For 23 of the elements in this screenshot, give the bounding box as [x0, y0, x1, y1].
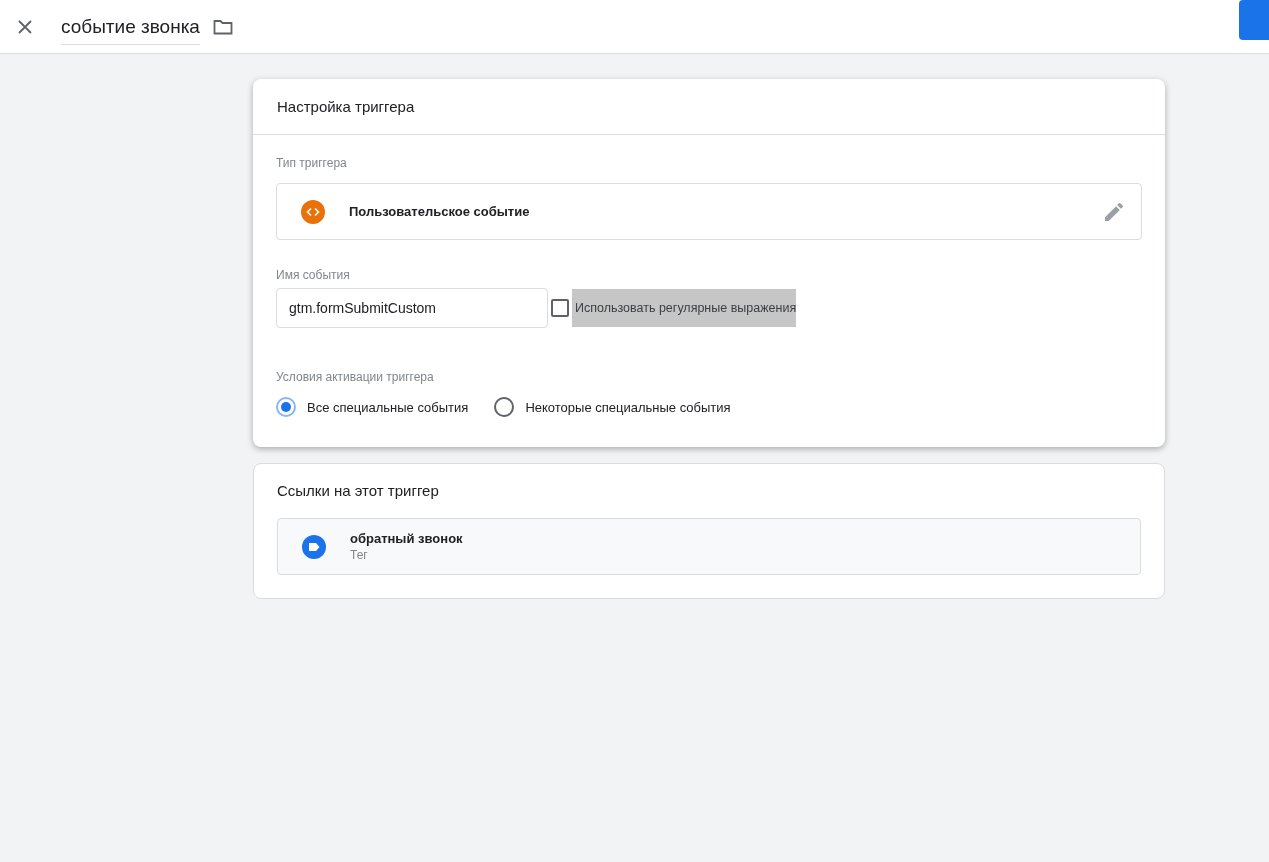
reference-type: Тег — [350, 548, 369, 562]
radio-button[interactable] — [276, 397, 296, 417]
pencil-icon[interactable] — [1105, 202, 1123, 221]
code-icon — [300, 198, 326, 225]
event-name-field[interactable]: gtm.formSubmitCustom — [276, 288, 548, 328]
card-title: Настройка триггера — [277, 98, 415, 115]
radio-label[interactable]: Все специальные события — [307, 399, 469, 415]
field-label: Тип триггера — [276, 156, 347, 170]
trigger-type-selector[interactable]: Пользовательское событие — [276, 183, 1142, 240]
trigger-type-name: Пользовательское событие — [349, 204, 530, 219]
close-icon[interactable] — [18, 19, 32, 34]
field-label: Условия активации триггера — [276, 370, 434, 384]
checkbox-label[interactable]: Использовать регулярные выражения — [572, 289, 797, 327]
checkbox[interactable] — [551, 299, 569, 317]
card-title: Ссылки на этот триггер — [277, 482, 440, 499]
radio-button[interactable] — [494, 397, 515, 417]
field-label: Имя события — [276, 268, 350, 282]
title-field[interactable]: событие звонка — [61, 12, 200, 45]
reference-name: обратный звонок — [350, 531, 463, 546]
radio-label[interactable]: Некоторые специальные события — [525, 399, 731, 415]
folder-icon[interactable] — [212, 18, 233, 35]
tag-icon — [302, 534, 326, 559]
reference-item[interactable]: обратный звонок Тег — [277, 518, 1141, 575]
